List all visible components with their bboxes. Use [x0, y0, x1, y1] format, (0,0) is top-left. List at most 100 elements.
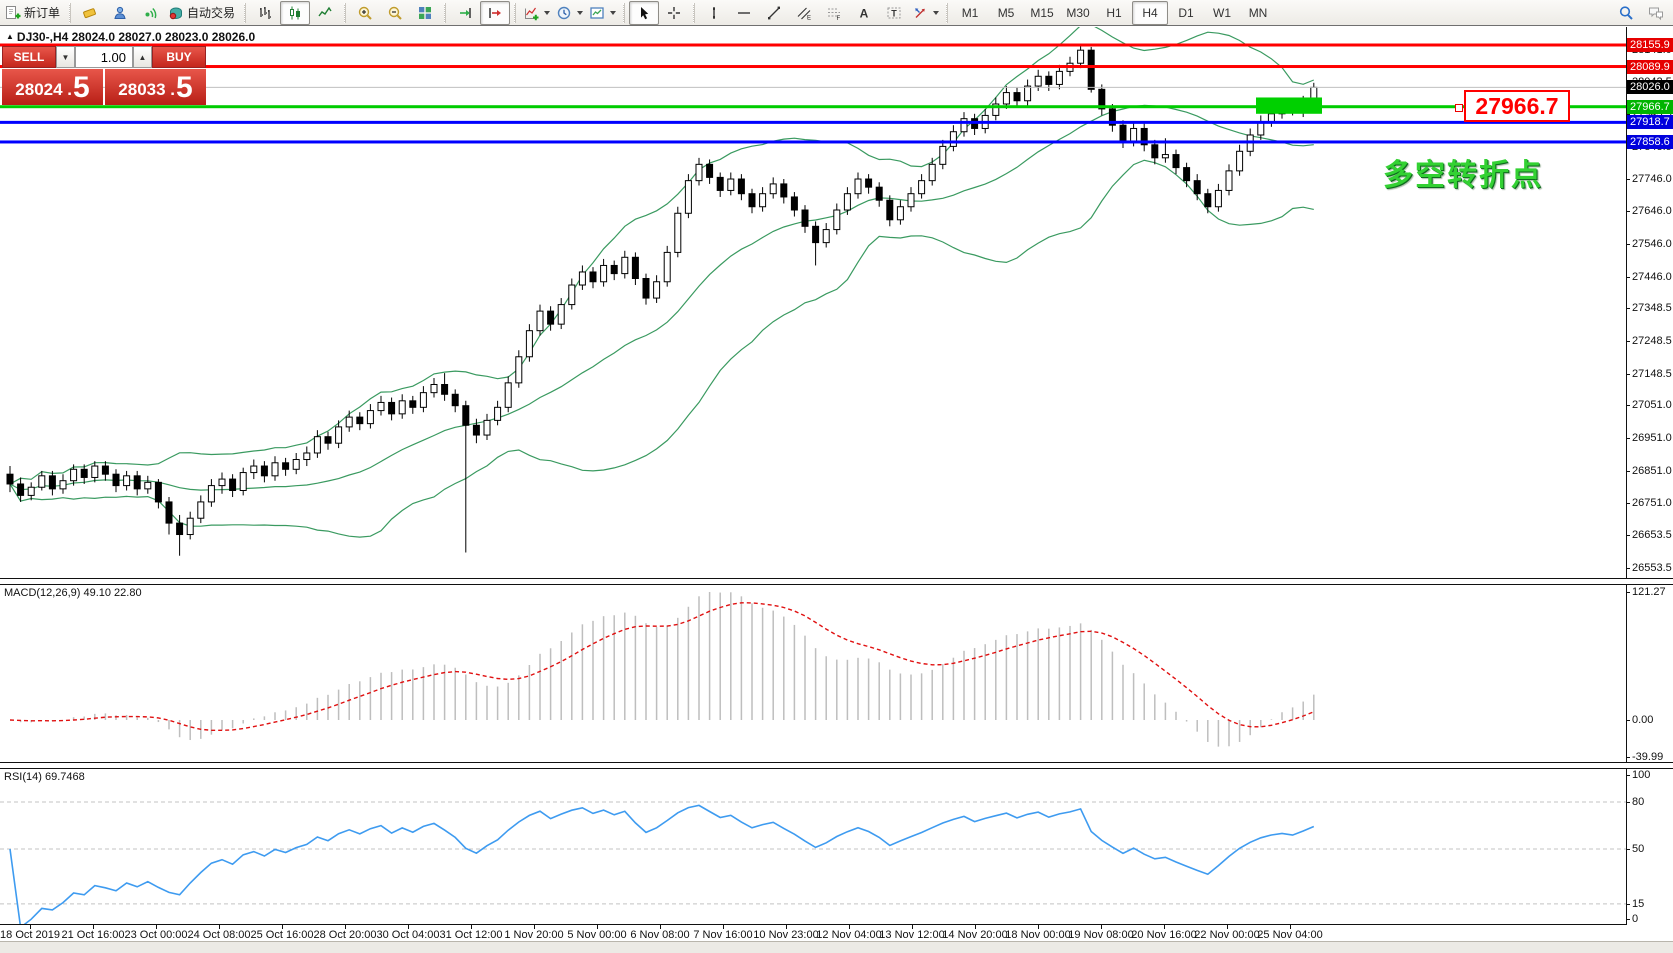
- sell-price-display[interactable]: 28024 .5: [2, 69, 103, 105]
- panel-splitter[interactable]: [0, 578, 1673, 585]
- tf-m5[interactable]: M5: [988, 1, 1024, 25]
- auto-scroll-button[interactable]: [450, 1, 480, 25]
- time-axis-label[interactable]: 12 Nov 04:00: [816, 929, 881, 941]
- volume-input[interactable]: [75, 46, 133, 68]
- market-watch-button[interactable]: [105, 1, 135, 25]
- volume-increase-button[interactable]: ▲: [133, 46, 152, 68]
- collapse-triangle-icon[interactable]: ▲: [6, 32, 14, 41]
- template-icon: [589, 5, 605, 21]
- time-axis-label[interactable]: 30 Oct 04:00: [377, 929, 440, 941]
- tf-mn[interactable]: MN: [1240, 1, 1276, 25]
- price-level-badge: 27858.6: [1627, 135, 1673, 149]
- text-button[interactable]: A: [849, 1, 879, 25]
- time-axis-label[interactable]: 22 Nov 00:00: [1194, 929, 1259, 941]
- time-axis-label[interactable]: 25 Oct 16:00: [251, 929, 314, 941]
- trendline-button[interactable]: [759, 1, 789, 25]
- periods-button[interactable]: [553, 1, 586, 25]
- rsi-tick-label: 15: [1632, 898, 1673, 910]
- textT-icon: T: [886, 5, 902, 21]
- tf-w1[interactable]: W1: [1204, 1, 1240, 25]
- chat-button[interactable]: [1641, 1, 1671, 25]
- vertical-line-button[interactable]: [699, 1, 729, 25]
- horizontal-line-button[interactable]: [729, 1, 759, 25]
- new-order-button[interactable]: 新订单: [2, 1, 65, 25]
- time-axis-label[interactable]: 10 Nov 23:00: [753, 929, 818, 941]
- tf-m1[interactable]: M1: [952, 1, 988, 25]
- time-axis-label[interactable]: 25 Nov 04:00: [1257, 929, 1322, 941]
- svg-text:F: F: [837, 16, 841, 21]
- buy-price-display[interactable]: 28033 .5: [105, 69, 206, 105]
- tile-windows-button[interactable]: [410, 1, 440, 25]
- rsi-line: [10, 805, 1314, 924]
- signals-button[interactable]: [135, 1, 165, 25]
- panel-splitter[interactable]: [0, 762, 1673, 769]
- main-toolbar: 新订单 自动交易 E F AT M1M5M15M30H1H4D1W1MN: [0, 0, 1673, 26]
- time-axis-label[interactable]: 21 Oct 16:00: [62, 929, 125, 941]
- rsi-panel[interactable]: [0, 768, 1626, 924]
- time-axis-label[interactable]: 31 Oct 12:00: [440, 929, 503, 941]
- buy-button[interactable]: BUY: [152, 46, 206, 68]
- text-label-button[interactable]: T: [879, 1, 909, 25]
- templates-button[interactable]: [586, 1, 619, 25]
- crosshair-button[interactable]: [659, 1, 689, 25]
- trendline-anchor-marker[interactable]: [1455, 104, 1463, 112]
- chart-shift-button[interactable]: [480, 1, 510, 25]
- price-callout-label[interactable]: 27966.7: [1464, 90, 1570, 122]
- one-click-trade-panel: SELL ▼ ▲ BUY 28024 .5 28033 .5: [2, 46, 206, 105]
- tf-h4[interactable]: H4: [1132, 1, 1168, 25]
- tf-m15[interactable]: M15: [1024, 1, 1060, 25]
- tf-m30[interactable]: M30: [1060, 1, 1096, 25]
- indicators-button[interactable]: [520, 1, 553, 25]
- autotrade-icon: [168, 5, 184, 21]
- terminal-window: 新订单自动交易EFATM1M5M15M30H1H4D1W1MN ▲DJ30-,H…: [0, 0, 1673, 953]
- neworder-icon: [5, 5, 21, 21]
- time-axis-label[interactable]: 18 Oct 2019: [0, 929, 60, 941]
- price-tick-label: 26553.5: [1632, 562, 1673, 574]
- price-level-badge: 27966.7: [1627, 100, 1673, 114]
- time-axis-label[interactable]: 24 Oct 08:00: [188, 929, 251, 941]
- price-tick-label: 26751.0: [1632, 497, 1673, 509]
- sell-price-pip: 5: [73, 73, 90, 103]
- time-axis-label[interactable]: 6 Nov 08:00: [630, 929, 689, 941]
- time-axis-label[interactable]: 23 Oct 00:00: [125, 929, 188, 941]
- line-chart-button[interactable]: [310, 1, 340, 25]
- zoom-out-button[interactable]: [380, 1, 410, 25]
- time-axis-label[interactable]: 19 Nov 08:00: [1068, 929, 1133, 941]
- search-button[interactable]: [1611, 1, 1641, 25]
- eraser-button[interactable]: [75, 1, 105, 25]
- time-axis-label[interactable]: 5 Nov 00:00: [567, 929, 626, 941]
- toolbar-separator: [693, 3, 695, 23]
- time-axis-label[interactable]: 13 Nov 12:00: [879, 929, 944, 941]
- buy-price-pip: 5: [176, 73, 193, 103]
- volume-decrease-button[interactable]: ▼: [56, 46, 75, 68]
- signal-icon: [142, 5, 158, 21]
- price-level-badge: 27918.7: [1627, 115, 1673, 129]
- macd-tick-label: 121.27: [1632, 586, 1673, 598]
- chat-icon: [1648, 5, 1664, 21]
- auto-trading-button[interactable]: 自动交易: [165, 1, 240, 25]
- bar-chart-button[interactable]: [250, 1, 280, 25]
- time-axis-label[interactable]: 28 Oct 20:00: [314, 929, 377, 941]
- time-axis-label[interactable]: 18 Nov 00:00: [1005, 929, 1070, 941]
- window-bottom-edge: [0, 941, 1673, 953]
- time-axis-label[interactable]: 1 Nov 20:00: [504, 929, 563, 941]
- rsi-label: RSI(14) 69.7468: [4, 771, 85, 783]
- sell-button[interactable]: SELL: [2, 46, 56, 68]
- crosshair-icon: [666, 5, 682, 21]
- fibonacci-button[interactable]: F: [819, 1, 849, 25]
- channel-button[interactable]: E: [789, 1, 819, 25]
- cursor-button[interactable]: [629, 1, 659, 25]
- time-axis-label[interactable]: 20 Nov 16:00: [1131, 929, 1196, 941]
- time-axis-label[interactable]: 7 Nov 16:00: [693, 929, 752, 941]
- tf-d1[interactable]: D1: [1168, 1, 1204, 25]
- main-chart[interactable]: [0, 27, 1626, 580]
- macd-panel[interactable]: [0, 584, 1626, 761]
- zoom-in-button[interactable]: [350, 1, 380, 25]
- candle-chart-button[interactable]: [280, 1, 310, 25]
- price-tick-label: 27746.0: [1632, 173, 1673, 185]
- arrows-button[interactable]: [909, 1, 942, 25]
- tf-h1[interactable]: H1: [1096, 1, 1132, 25]
- time-axis-label[interactable]: 14 Nov 20:00: [942, 929, 1007, 941]
- indicators-icon: [523, 5, 539, 21]
- cursor-icon: [636, 5, 652, 21]
